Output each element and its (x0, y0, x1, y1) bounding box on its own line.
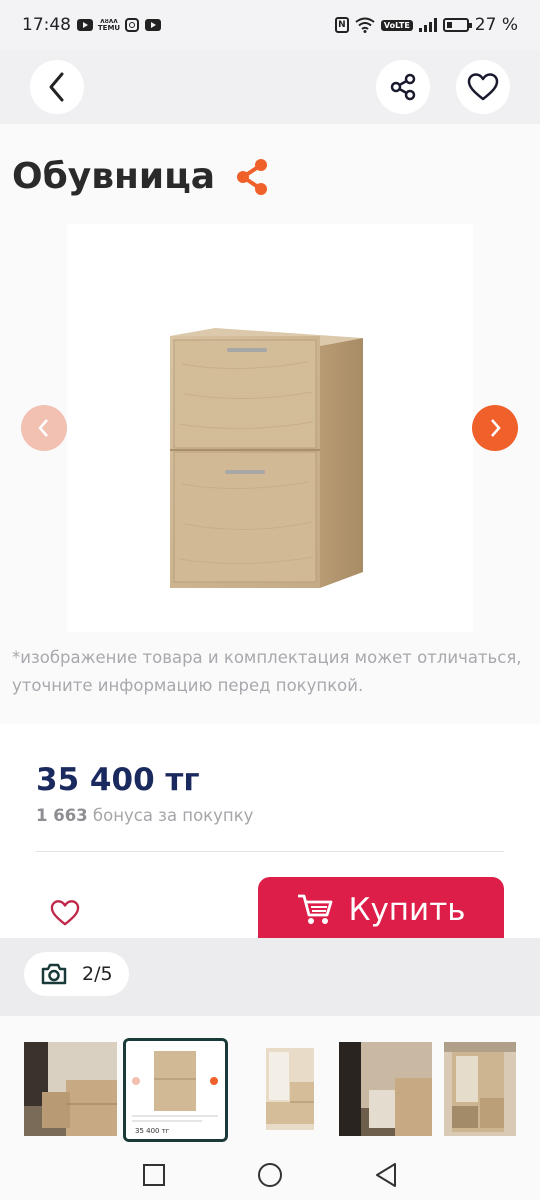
bonus-info: 1 663 бонуса за покупку (36, 806, 253, 825)
nfc-icon: N (334, 17, 349, 33)
battery-percent: 27 % (474, 15, 518, 35)
thumbnail-2[interactable]: 35 400 тг (123, 1038, 228, 1142)
chevron-right-icon (491, 419, 501, 437)
image-counter-text: 2/5 (82, 963, 113, 985)
price-section: 35 400 тг 1 663 бонуса за покупку Купить (0, 724, 540, 944)
battery-icon (442, 18, 472, 32)
product-content: Обувница *изображение товара и комплекта… (0, 124, 540, 724)
camera-icon (41, 963, 67, 985)
gallery-next-button[interactable] (472, 405, 518, 451)
product-title: Обувница (12, 156, 216, 197)
back-button[interactable] (30, 60, 84, 114)
add-to-favorites-button[interactable] (46, 894, 84, 932)
hallway-set-photo (444, 1042, 516, 1136)
back-nav-icon[interactable] (374, 1162, 398, 1188)
volte-icon: VoLTE (380, 19, 413, 31)
home-icon[interactable] (256, 1161, 284, 1189)
status-bar: 17:48 ᴧᴕᴧᴧ TEMU N VoLTE 27 % (0, 0, 540, 50)
share-button[interactable] (376, 60, 430, 114)
hallway-set-photo (240, 1042, 332, 1136)
wifi-icon (355, 17, 375, 33)
product-price: 35 400 тг (36, 762, 200, 798)
hallway-photo (24, 1042, 117, 1136)
status-left: 17:48 ᴧᴕᴧᴧ TEMU (22, 15, 161, 35)
shoe-cabinet-photo (126, 1041, 225, 1139)
thumbnail-5[interactable] (444, 1042, 516, 1136)
status-time: 17:48 (22, 15, 71, 35)
hallway-photo (339, 1042, 432, 1136)
gallery-prev-button[interactable] (21, 405, 67, 451)
product-image[interactable] (67, 224, 473, 632)
share-icon[interactable] (235, 158, 269, 196)
youtube-icon (77, 19, 93, 31)
thumbnail-1[interactable] (24, 1042, 117, 1136)
youtube-icon (145, 19, 161, 31)
share-icon (390, 73, 416, 101)
chevron-left-icon (38, 419, 48, 437)
buy-button[interactable]: Купить (258, 877, 504, 943)
title-row: Обувница (12, 156, 269, 197)
bonus-amount: 1 663 (36, 806, 88, 825)
favorite-button[interactable] (456, 60, 510, 114)
thumbnail-price: 35 400 тг (135, 1127, 170, 1135)
buy-label: Купить (348, 892, 466, 928)
heart-icon (50, 900, 80, 926)
system-nav-bar (0, 1150, 540, 1200)
image-viewer-bar: 2/5 (0, 938, 540, 1016)
recent-apps-icon[interactable] (142, 1163, 166, 1187)
chevron-left-icon (49, 72, 64, 102)
divider (36, 851, 504, 852)
thumbnail-strip: 35 400 тг (0, 1016, 540, 1150)
thumbnail-3[interactable] (240, 1042, 332, 1136)
image-disclaimer: *изображение товара и комплектация может… (12, 648, 522, 695)
bonus-text: бонуса за покупку (92, 806, 254, 825)
cart-icon (298, 894, 333, 924)
image-counter: 2/5 (24, 952, 129, 996)
temu-icon: ᴧᴕᴧᴧ TEMU (97, 17, 121, 32)
shoe-cabinet-image (170, 328, 363, 588)
signal-icon (418, 18, 437, 32)
top-nav (0, 50, 540, 124)
heart-icon (467, 73, 499, 101)
status-right: N VoLTE 27 % (334, 15, 518, 35)
thumbnail-4[interactable] (339, 1042, 432, 1136)
instagram-icon (125, 18, 139, 32)
nav-actions (376, 60, 510, 114)
